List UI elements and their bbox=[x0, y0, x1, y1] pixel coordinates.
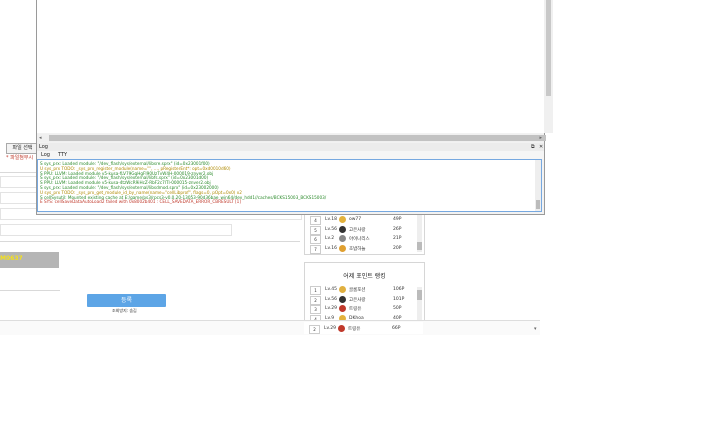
rank-row[interactable]: 1 Lv.45 골롬포션 106P bbox=[305, 286, 415, 295]
lower-page-strip bbox=[0, 320, 540, 335]
view-option-text: 조회방지: 숨김 bbox=[112, 308, 137, 313]
rank-points: 21P bbox=[393, 236, 402, 241]
rank-points: 106P bbox=[393, 287, 405, 292]
rank-points: 20P bbox=[393, 245, 402, 251]
file-note: * 파일첨부시 bbox=[6, 155, 34, 161]
avatar-icon bbox=[339, 216, 346, 223]
file-select-button[interactable]: 파일 선택 bbox=[6, 143, 39, 154]
rank-scrollbar[interactable] bbox=[417, 214, 422, 252]
rank-name[interactable]: ow77 bbox=[349, 217, 361, 222]
rank-number: 4 bbox=[310, 216, 321, 225]
rank-number: 1 bbox=[310, 286, 321, 295]
scroll-down-arrow-icon[interactable]: ▾ bbox=[534, 326, 537, 332]
rank-panel-bottom: 2 Lv.29 트링유 66P bbox=[304, 322, 423, 334]
rank-row[interactable]: 2 Lv.56 고은사랑 101P bbox=[305, 295, 415, 305]
rank-number: 7 bbox=[310, 244, 321, 254]
rank-scrollbar[interactable] bbox=[417, 287, 422, 320]
rank-level: Lv.2 bbox=[325, 236, 335, 241]
rank-level: Lv.56 bbox=[325, 296, 337, 302]
scroll-left-arrow-icon[interactable]: ◂ bbox=[39, 134, 42, 142]
rank-points: 26P bbox=[393, 226, 402, 232]
rank-row[interactable]: 7 Lv.16 초밥하늘 20P bbox=[305, 244, 415, 254]
scroll-right-arrow-icon[interactable]: ▸ bbox=[539, 134, 542, 142]
rank-name[interactable]: 고은사랑 bbox=[349, 297, 366, 303]
log-line: E SYS: cellSaveDataAutoLoad2 failed with… bbox=[40, 199, 241, 205]
tab-tty[interactable]: TTY bbox=[58, 151, 67, 159]
log-panel-title: Log bbox=[39, 144, 48, 150]
log-panel-header: Log ⧉ ✕ bbox=[37, 143, 544, 151]
rank-row[interactable]: 4 Lv.18 ow77 49P bbox=[305, 216, 415, 225]
rank-number: 2 bbox=[310, 295, 321, 305]
rank-number: 5 bbox=[310, 225, 321, 235]
game-vertical-scrollbar[interactable] bbox=[544, 0, 553, 133]
rank-name[interactable]: 초밥하늘 bbox=[349, 246, 366, 252]
rank-title: 어제 포인트 랭킹 bbox=[343, 273, 386, 280]
rank-level: Lv.29 bbox=[325, 306, 337, 311]
rank-level: Lv.45 bbox=[325, 287, 337, 292]
rank-level: Lv.56 bbox=[325, 226, 337, 232]
rank-name[interactable]: 아이나리스 bbox=[349, 236, 370, 242]
rank-points: 50P bbox=[393, 306, 402, 311]
form-field[interactable] bbox=[0, 224, 232, 236]
avatar-icon bbox=[338, 325, 345, 332]
rank-name[interactable]: 골롬포션 bbox=[349, 287, 366, 293]
rank-points: 101P bbox=[393, 296, 405, 302]
highlight-bar: M0637 bbox=[0, 252, 59, 268]
close-icon[interactable]: ✕ bbox=[539, 143, 543, 151]
avatar-icon bbox=[339, 286, 346, 293]
rank-points: 49P bbox=[393, 217, 402, 222]
rank-row[interactable]: 3 Lv.29 트링유 50P bbox=[305, 305, 415, 314]
game-horizontal-scrollbar[interactable]: ◂ ▸ bbox=[37, 134, 546, 142]
rank-name[interactable]: 고은사랑 bbox=[349, 227, 366, 233]
tab-log[interactable]: Log bbox=[41, 151, 50, 159]
register-button[interactable]: 등록 bbox=[87, 294, 166, 307]
game-view bbox=[37, 0, 544, 133]
rank-panel-yesterday: 어제 포인트 랭킹 1 Lv.45 골롬포션 106P 2 Lv.56 고은사랑 101P 3 L… bbox=[304, 262, 425, 324]
avatar-icon bbox=[339, 295, 346, 303]
rank-number: 6 bbox=[310, 235, 321, 244]
highlight-text: M0637 bbox=[0, 255, 23, 262]
rank-number: 3 bbox=[310, 305, 321, 314]
page-divider bbox=[0, 241, 300, 242]
rank-row[interactable]: 6 Lv.2 아이나리스 21P bbox=[305, 235, 415, 244]
rank-number: 2 bbox=[309, 325, 320, 334]
page-divider bbox=[0, 290, 60, 291]
rank-level: Lv.18 bbox=[325, 217, 337, 222]
avatar-icon bbox=[339, 244, 346, 252]
avatar-icon bbox=[339, 225, 346, 233]
rank-points: 66P bbox=[392, 326, 401, 331]
rank-name[interactable]: 트링유 bbox=[349, 306, 361, 312]
rank-row[interactable]: 5 Lv.56 고은사랑 26P bbox=[305, 225, 415, 235]
float-icon[interactable]: ⧉ bbox=[531, 143, 535, 151]
log-tabs: Log TTY bbox=[37, 151, 544, 159]
avatar-icon bbox=[339, 235, 346, 242]
log-output[interactable]: S sys_prx: Loaded module: "/dev_flash/sy… bbox=[37, 159, 542, 212]
rank-row[interactable]: 2 Lv.29 트링유 66P bbox=[304, 325, 414, 334]
rank-level: Lv.16 bbox=[325, 245, 337, 251]
rank-name[interactable]: 트링유 bbox=[348, 326, 360, 332]
avatar-icon bbox=[339, 305, 346, 312]
rank-level: Lv.29 bbox=[324, 326, 336, 331]
log-scrollbar[interactable] bbox=[535, 160, 541, 211]
